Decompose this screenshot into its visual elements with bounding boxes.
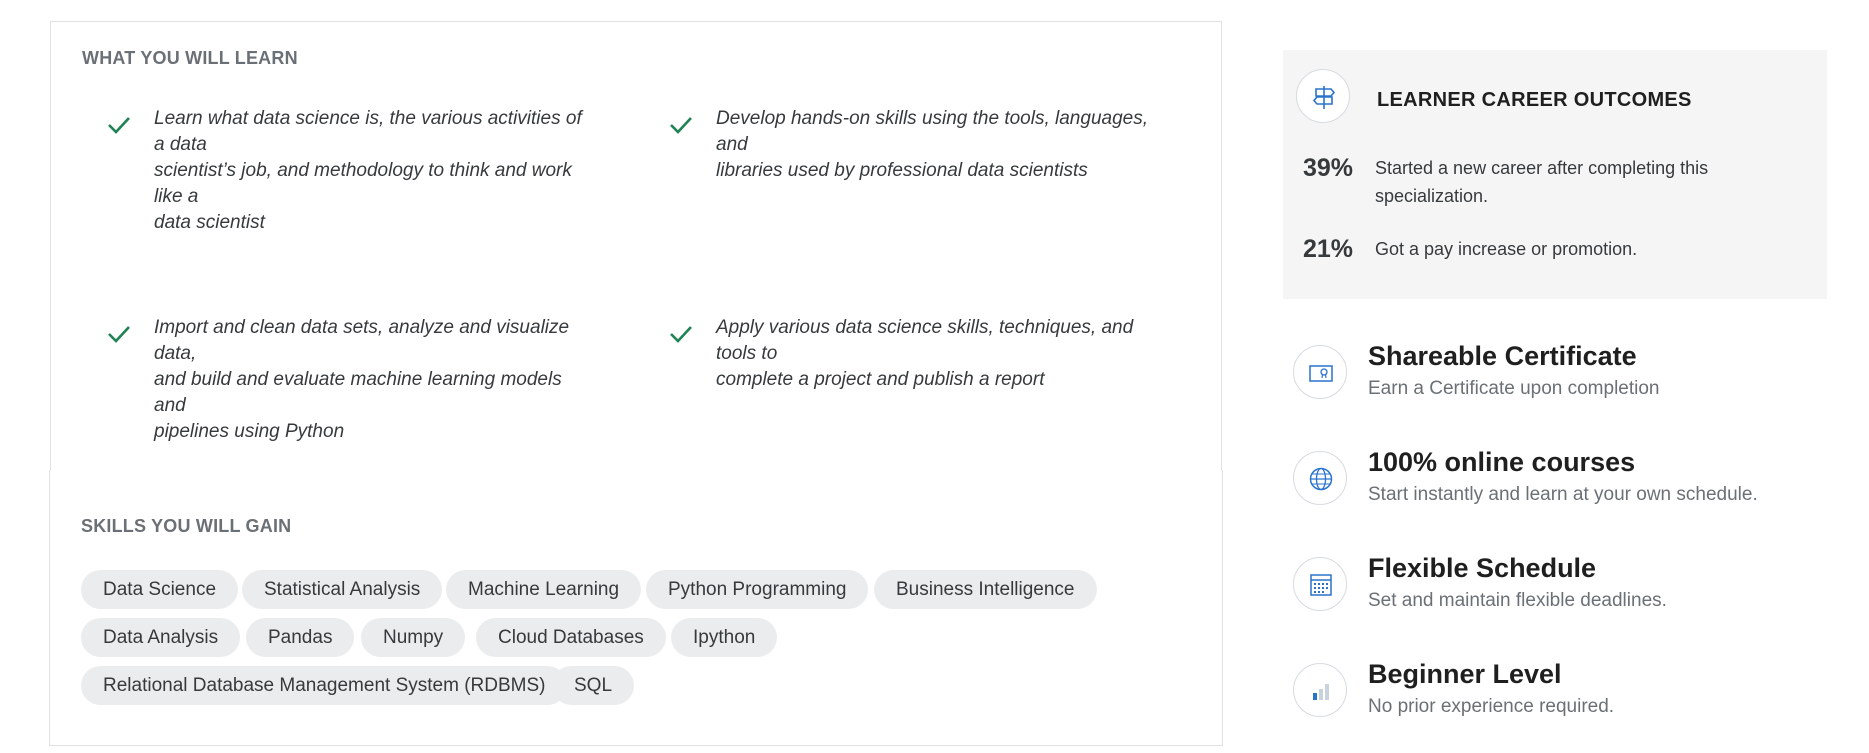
feature-title: Beginner Level [1368,659,1562,689]
stat-value: 21% [1303,235,1354,263]
learn-item-text: libraries used by professional data scie… [716,160,1088,181]
checkmark-icon [670,326,692,343]
skills-section: SKILLS YOU WILL GAIN Data Science Statis… [49,471,1223,746]
learn-item-text: Develop hands-on skills using the tools,… [716,108,1148,155]
learn-item-text: data scientist [154,212,265,233]
feature-online-courses: 100% online courses Start instantly and … [1293,447,1833,527]
level-bars-icon [1293,663,1347,717]
skill-tag[interactable]: Ipython [671,618,778,657]
skill-tag[interactable]: Machine Learning [446,570,642,609]
learn-item-text: Import and clean data sets, analyze and … [154,317,570,364]
feature-subtitle: Set and maintain flexible deadlines. [1368,590,1667,611]
skills-section-title: SKILLS YOU WILL GAIN [81,516,292,536]
learn-item-text: complete a project and publish a report [716,369,1045,390]
stat-description: Got a pay increase or promotion. [1375,239,1638,259]
learn-item-text: pipelines using Python [154,421,345,442]
outcomes-title: LEARNER CAREER OUTCOMES [1377,89,1692,111]
feature-title: 100% online courses [1368,447,1636,477]
skill-tag[interactable]: SQL [552,666,635,705]
skill-tag[interactable]: Pandas [246,618,355,657]
checkmark-icon [670,117,692,134]
skill-tag[interactable]: Numpy [361,618,466,657]
career-outcomes-panel: LEARNER CAREER OUTCOMES 39% Started a ne… [1283,50,1827,299]
feature-flexible-schedule: Flexible Schedule Set and maintain flexi… [1293,553,1833,633]
feature-title: Flexible Schedule [1368,553,1597,583]
skill-tag[interactable]: Statistical Analysis [242,570,443,609]
globe-icon [1293,451,1347,505]
stat-description: Started a new career after completing th… [1375,158,1709,178]
feature-title: Shareable Certificate [1368,341,1637,371]
feature-shareable-certificate: Shareable Certificate Earn a Certificate… [1293,341,1833,421]
skill-tag[interactable]: Business Intelligence [874,570,1097,609]
skill-tag[interactable]: Python Programming [646,570,869,609]
signpost-icon [1296,69,1350,123]
learn-item-text: and build and evaluate machine learning … [154,369,562,416]
skill-tag[interactable]: Cloud Databases [476,618,666,657]
feature-subtitle: No prior experience required. [1368,696,1615,717]
skill-tag[interactable]: Data Analysis [81,618,241,657]
feature-subtitle: Start instantly and learn at your own sc… [1368,484,1758,505]
calendar-icon [1293,557,1347,611]
learn-section-title: WHAT YOU WILL LEARN [82,48,298,68]
skill-tag[interactable]: Relational Database Management System (R… [81,666,568,705]
skill-tag[interactable]: Data Science [81,570,239,609]
stat-value: 39% [1303,154,1354,182]
learn-item-text: Apply various data science skills, techn… [716,317,1134,364]
stat-description: specialization. [1375,186,1489,206]
checkmark-icon [108,326,130,343]
feature-subtitle: Earn a Certificate upon completion [1368,378,1660,399]
what-you-will-learn-section: WHAT YOU WILL LEARN Learn what data scie… [50,21,1222,472]
feature-beginner-level: Beginner Level No prior experience requi… [1293,659,1833,739]
learn-item-text: Learn what data science is, the various … [154,108,582,155]
checkmark-icon [108,117,130,134]
certificate-icon [1293,345,1347,399]
learn-item-text: scientist’s job, and methodology to thin… [154,160,572,207]
